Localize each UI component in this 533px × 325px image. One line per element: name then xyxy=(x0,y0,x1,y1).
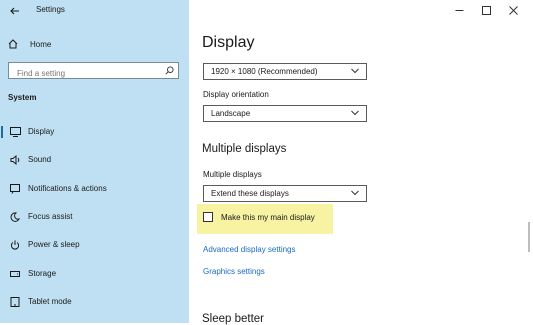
sidebar-item-label: Display xyxy=(28,127,55,136)
speaker-icon xyxy=(9,154,21,166)
sidebar-item-focus-assist[interactable]: Focus assist xyxy=(0,210,189,224)
search-icon[interactable] xyxy=(165,66,174,75)
orientation-label: Display orientation xyxy=(203,90,269,99)
sidebar-item-power-sleep[interactable]: Power & sleep xyxy=(0,238,189,252)
maximize-icon xyxy=(482,5,491,15)
maximize-button[interactable] xyxy=(473,3,500,17)
checkbox-label: Make this my main display xyxy=(221,212,315,222)
dropdown-value: Landscape xyxy=(211,109,251,118)
dropdown-value: Extend these displays xyxy=(211,189,289,198)
orientation-dropdown[interactable]: Landscape xyxy=(203,105,367,122)
scrollbar-thumb[interactable] xyxy=(528,222,530,252)
sidebar-item-storage[interactable]: Storage xyxy=(0,267,189,281)
sleep-better-heading: Sleep better xyxy=(202,313,265,325)
moon-icon xyxy=(9,211,21,223)
close-icon xyxy=(509,5,518,15)
close-button[interactable] xyxy=(500,3,527,17)
notification-icon xyxy=(9,183,21,195)
sidebar-item-label: Tablet mode xyxy=(28,297,72,306)
sidebar-item-label: Notifications & actions xyxy=(28,184,107,193)
multiple-displays-heading: Multiple displays xyxy=(202,143,287,155)
multiple-displays-dropdown[interactable]: Extend these displays xyxy=(203,185,367,202)
chevron-down-icon xyxy=(351,110,359,116)
power-icon xyxy=(9,239,21,251)
search-box[interactable] xyxy=(8,62,179,81)
sidebar-item-label: Storage xyxy=(28,269,57,278)
sidebar-item-sound[interactable]: Sound xyxy=(0,153,189,167)
resolution-dropdown[interactable]: 1920 × 1080 (Recommended) xyxy=(203,63,367,80)
back-arrow-icon xyxy=(10,7,19,15)
sidebar-item-home[interactable]: Home xyxy=(8,37,51,51)
sidebar-item-display[interactable]: Display xyxy=(0,125,189,139)
graphics-settings-link[interactable]: Graphics settings xyxy=(203,267,265,276)
advanced-display-settings-link[interactable]: Advanced display settings xyxy=(203,245,296,254)
search-input[interactable] xyxy=(9,66,167,81)
tablet-icon xyxy=(9,296,21,308)
sidebar: Settings Home System Display Sound Notif… xyxy=(0,0,189,323)
minimize-button[interactable] xyxy=(446,3,473,17)
page-title: Display xyxy=(202,34,255,51)
sidebar-item-label: Focus assist xyxy=(28,212,73,221)
section-header: System xyxy=(8,93,37,102)
window-controls xyxy=(446,3,527,17)
main-display-option[interactable]: Make this my main display xyxy=(203,212,315,222)
minimize-icon xyxy=(455,9,464,11)
main-panel: Display 1920 × 1080 (Recommended) Displa… xyxy=(189,0,533,325)
sidebar-item-label: Power & sleep xyxy=(28,240,80,249)
monitor-icon xyxy=(9,126,21,138)
dropdown-value: 1920 × 1080 (Recommended) xyxy=(211,67,318,76)
sidebar-item-notifications[interactable]: Notifications & actions xyxy=(0,182,189,196)
back-button[interactable] xyxy=(8,4,22,18)
sidebar-item-tablet-mode[interactable]: Tablet mode xyxy=(0,295,189,309)
multiple-displays-label: Multiple displays xyxy=(203,170,262,179)
window-title: Settings xyxy=(36,5,65,14)
home-icon xyxy=(8,39,18,49)
sidebar-item-label: Sound xyxy=(28,155,52,164)
main-display-checkbox[interactable] xyxy=(203,212,213,222)
chevron-down-icon xyxy=(351,68,359,74)
storage-icon xyxy=(9,268,21,280)
sidebar-item-label: Home xyxy=(30,39,52,49)
active-indicator xyxy=(1,126,3,138)
chevron-down-icon xyxy=(351,190,359,196)
